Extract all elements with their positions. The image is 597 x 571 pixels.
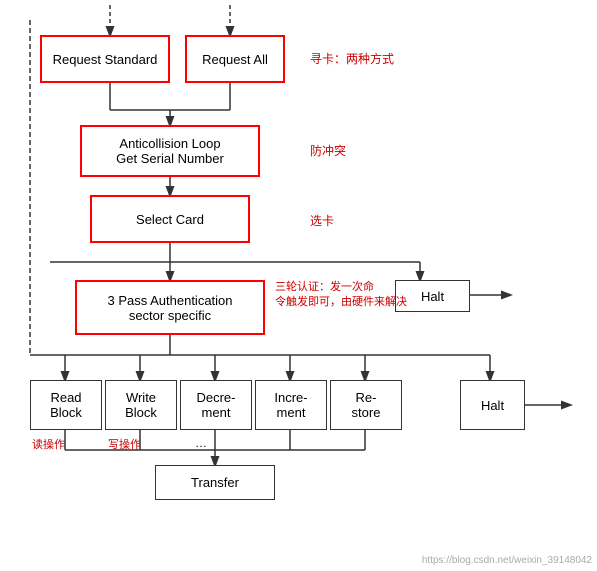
restore-box: Re- store — [330, 380, 402, 430]
annotation-write-op: 写操作 — [108, 436, 141, 452]
watermark: https://blog.csdn.net/weixin_39148042 — [422, 555, 592, 566]
read-block-label: Read Block — [50, 390, 82, 420]
select-card-box: Select Card — [90, 195, 250, 243]
auth-box: 3 Pass Authentication sector specific — [75, 280, 265, 335]
halt2-label: Halt — [481, 398, 504, 413]
halt2-box: Halt — [460, 380, 525, 430]
decrement-label: Decre- ment — [196, 390, 235, 420]
annotation-seek: 寻卡：两种方式 — [310, 50, 394, 67]
request-standard-label: Request Standard — [53, 52, 158, 67]
request-standard-box: Request Standard — [40, 35, 170, 83]
transfer-label: Transfer — [191, 475, 239, 490]
diagram-container: Request Standard Request All 寻卡：两种方式 Ant… — [0, 0, 597, 571]
annotation-read-op: 读操作 — [32, 436, 65, 452]
increment-label: Incre- ment — [274, 390, 307, 420]
annotation-auth: 三轮认证：发一次命 令触发即可，由硬件来解决 — [275, 280, 407, 311]
transfer-box: Transfer — [155, 465, 275, 500]
anticollision-box: Anticollision Loop Get Serial Number — [80, 125, 260, 177]
request-all-label: Request All — [202, 52, 268, 67]
write-block-label: Write Block — [125, 390, 157, 420]
request-all-box: Request All — [185, 35, 285, 83]
increment-box: Incre- ment — [255, 380, 327, 430]
anticollision-label: Anticollision Loop Get Serial Number — [116, 136, 224, 166]
restore-label: Re- store — [352, 390, 381, 420]
decrement-box: Decre- ment — [180, 380, 252, 430]
select-card-label: Select Card — [136, 212, 204, 227]
annotation-dots: … — [195, 436, 207, 450]
halt1-label: Halt — [421, 289, 444, 304]
auth-label: 3 Pass Authentication sector specific — [107, 293, 232, 323]
annotation-anticollision: 防冲突 — [310, 142, 346, 159]
read-block-box: Read Block — [30, 380, 102, 430]
annotation-select: 选卡 — [310, 212, 334, 229]
write-block-box: Write Block — [105, 380, 177, 430]
